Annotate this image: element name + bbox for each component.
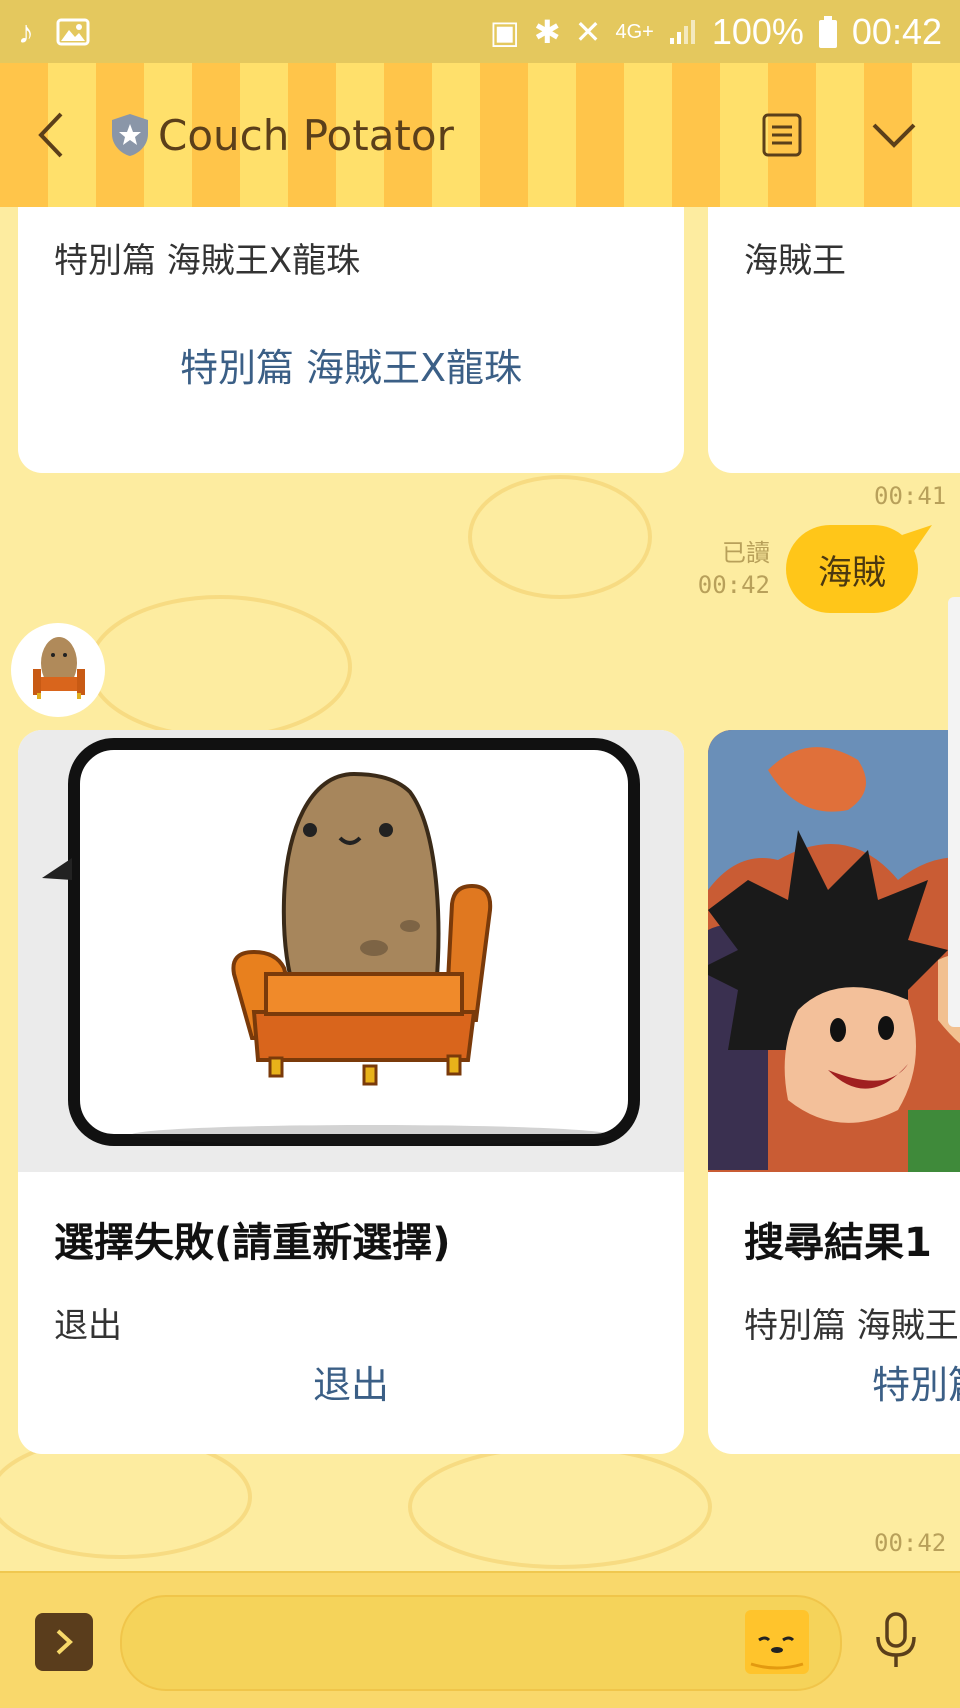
result-card: 特別篇 海賊王X龍珠 特別篇 海賊王X龍珠 [18,207,684,473]
one-piece-dragon-ball-image [708,730,960,1172]
official-account-shield-icon [112,114,148,156]
scroll-edge [948,597,960,1027]
bluetooth-icon: ✱ [533,13,561,50]
card-description: 海賊王 [744,241,846,281]
network-type: 4G+ [615,20,654,43]
card-image[interactable] [18,730,684,1172]
clock: 00:42 [851,10,942,52]
bubble-tail [902,525,932,551]
read-label: 已讀 [722,539,770,567]
carousel-card: 搜尋結果1 特別篇 海賊王X龍珠 特別篇 海賊王X龍珠 [708,730,960,1454]
card-image[interactable] [708,730,960,1172]
card-action-link[interactable]: 特別篇 海賊王X龍珠 [18,337,684,392]
menu-dropdown-button[interactable] [858,99,930,171]
chat-area[interactable]: 特別篇 海賊王X龍珠 特別篇 海賊王X龍珠 海賊王 00:41 已讀 00:42… [0,207,960,1571]
message-timestamp: 00:42 [874,1529,947,1557]
status-bar: ♪ ▣ ✱ ✕ 4G+ 100% 00:42 [0,0,960,63]
chevron-down-icon [872,123,916,148]
result-card: 海賊王 [708,207,960,473]
chevron-right-icon [56,1629,73,1655]
card-title: 選擇失敗(請重新選擇) [54,1220,451,1266]
voice-input-button[interactable] [870,1611,922,1671]
signal-icon [669,19,695,44]
chat-title: Couch Potator [158,110,454,160]
mute-icon: ✕ [574,13,602,50]
battery-saver-icon: ▣ [489,13,520,50]
message-time: 00:42 [697,571,770,599]
notes-button[interactable] [746,99,818,171]
message-text: 海賊 [818,552,886,593]
chat-header: Couch Potator [0,63,960,207]
card-description: 退出 [54,1306,122,1346]
card-description: 特別篇 海賊王X龍珠 [744,1306,960,1346]
card-description: 特別篇 海賊王X龍珠 [54,241,361,281]
music-note-icon: ♪ [18,13,34,50]
gudetama-sticker-icon [747,1612,807,1672]
card-title: 搜尋結果1 [744,1220,932,1266]
couch-potato-laptop-sleeve-image [42,738,640,1146]
image-icon [56,18,90,45]
back-button[interactable] [0,63,100,207]
exit-button[interactable]: 退出 [18,1354,684,1409]
read-receipt: 已讀 00:42 [690,537,770,601]
more-options-button[interactable] [35,1613,93,1671]
user-message-bubble[interactable]: 海賊 [786,525,918,613]
message-input-bar [0,1571,960,1708]
microphone-icon [876,1612,916,1667]
card-action-link[interactable]: 特別篇 海賊王X龍珠 [872,1354,960,1409]
message-input[interactable] [120,1595,842,1691]
back-arrow-icon [38,112,63,158]
potato-avatar-icon [33,637,85,699]
carousel-card: 選擇失敗(請重新選擇) 退出 退出 [18,730,684,1454]
sticker-button[interactable] [745,1610,809,1674]
notes-icon [762,113,802,157]
battery-percent: 100% [711,10,804,52]
bot-avatar[interactable] [11,623,105,717]
battery-icon [818,15,837,48]
message-timestamp: 00:41 [874,482,947,510]
